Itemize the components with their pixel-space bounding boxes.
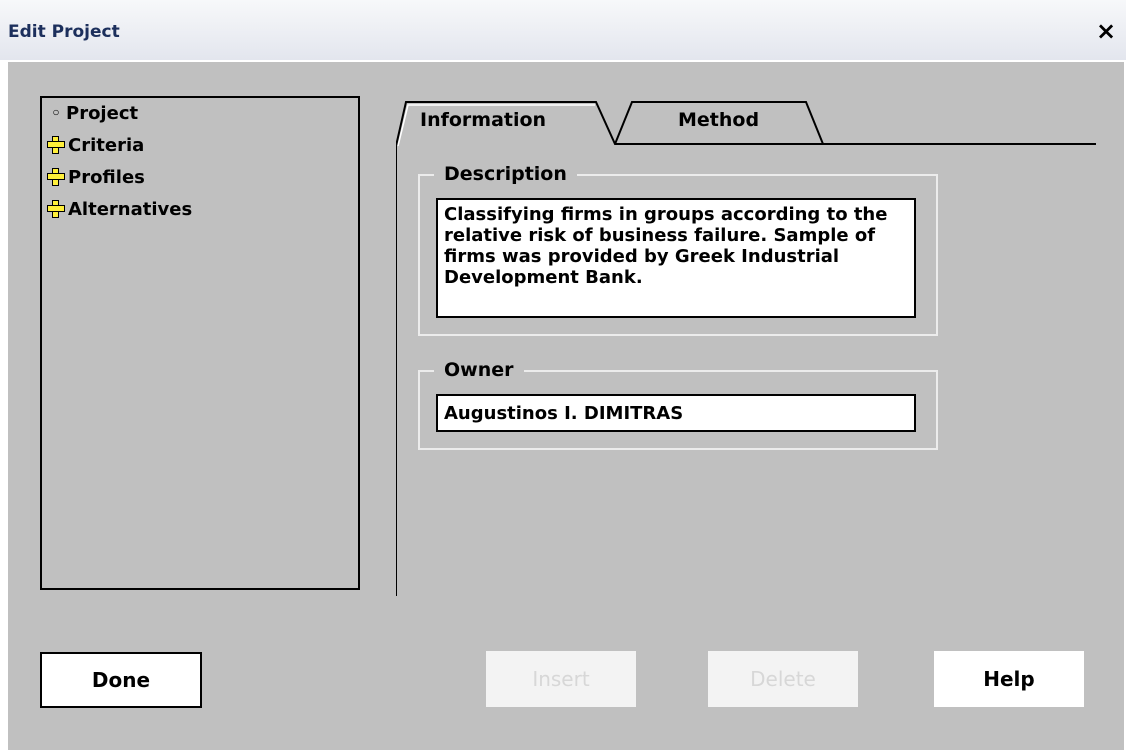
description-label: Description — [434, 163, 577, 185]
delete-button[interactable]: Delete — [708, 651, 858, 707]
plus-icon[interactable] — [46, 167, 66, 187]
tab-information[interactable]: Information — [420, 109, 546, 131]
help-button[interactable]: Help — [934, 651, 1084, 707]
tree-item-profiles[interactable]: Profiles — [46, 162, 145, 192]
insert-button[interactable]: Insert — [486, 651, 636, 707]
tree-item-label: Alternatives — [68, 198, 193, 220]
description-group: Description Classifying firms in groups … — [418, 163, 938, 336]
title-bar: Edit Project × — [0, 0, 1126, 60]
dialog-body: ◦ Project Criteria Profiles Alternatives… — [8, 60, 1124, 750]
window-title: Edit Project — [8, 22, 120, 42]
tree-item-criteria[interactable]: Criteria — [46, 130, 144, 160]
tree-item-label: Criteria — [68, 134, 145, 156]
tree-item-label: Project — [66, 102, 139, 124]
plus-icon[interactable] — [46, 135, 66, 155]
owner-label: Owner — [434, 359, 524, 381]
done-button[interactable]: Done — [40, 652, 202, 708]
project-tree[interactable]: ◦ Project Criteria Profiles Alternatives — [40, 96, 360, 590]
tab-method[interactable]: Method — [678, 109, 759, 131]
owner-group: Owner — [418, 359, 938, 450]
close-icon[interactable]: × — [1090, 14, 1122, 48]
bullet-icon: ◦ — [51, 104, 61, 122]
owner-field[interactable] — [436, 394, 916, 432]
tree-item-project[interactable]: ◦ Project — [46, 98, 138, 128]
tree-item-label: Profiles — [68, 166, 145, 188]
plus-icon[interactable] — [46, 199, 66, 219]
tree-item-alternatives[interactable]: Alternatives — [46, 194, 192, 224]
description-field[interactable]: Classifying firms in groups according to… — [436, 198, 916, 318]
